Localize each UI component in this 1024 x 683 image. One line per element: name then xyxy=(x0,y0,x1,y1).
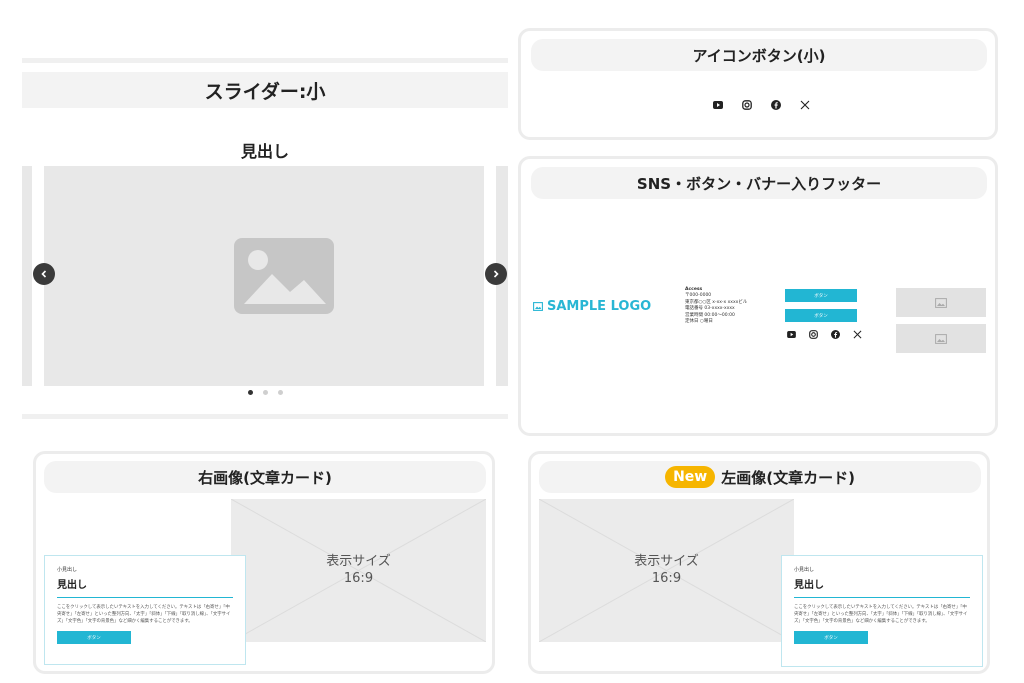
slider-prev-button[interactable] xyxy=(33,263,55,285)
card-button[interactable]: ボタン xyxy=(57,631,131,644)
left-image-card-template[interactable]: New 左画像(文章カード) 表示サイズ 16:9 小見出し 見出し ここをクリ… xyxy=(528,451,990,674)
slider-dot[interactable] xyxy=(277,390,283,395)
footer-social-icons xyxy=(786,329,863,340)
slider-next-button[interactable] xyxy=(485,263,507,285)
slide-prev-peek xyxy=(22,166,32,386)
image-ratio-label: 16:9 xyxy=(343,571,374,586)
card-left-title: 左画像(文章カード) xyxy=(721,468,855,487)
footer-banner-1[interactable] xyxy=(896,288,986,317)
slider-pagination xyxy=(22,390,508,395)
chevron-right-icon xyxy=(493,270,499,278)
image-icon xyxy=(935,297,947,308)
image-placeholder[interactable]: 表示サイズ 16:9 xyxy=(539,499,794,642)
image-placeholder-icon xyxy=(234,238,334,314)
slider-dot[interactable] xyxy=(262,390,268,395)
facebook-icon[interactable] xyxy=(770,99,781,110)
image-ratio-label: 16:9 xyxy=(651,571,682,586)
divider xyxy=(22,58,508,63)
social-icons xyxy=(712,99,810,110)
card-button[interactable]: ボタン xyxy=(794,631,868,644)
image-icon xyxy=(935,333,947,344)
sample-logo[interactable]: SAMPLE LOGO xyxy=(533,299,651,314)
slider-heading: 見出し xyxy=(240,142,289,161)
card-subheading: 小見出し xyxy=(57,567,78,573)
x-icon[interactable] xyxy=(799,99,810,110)
access-line: 定休日 ○曜日 xyxy=(685,319,713,325)
slider-small-template[interactable]: スライダー:小 見出し xyxy=(22,58,508,423)
divider xyxy=(57,597,233,598)
text-card[interactable]: 小見出し 見出し ここをクリックして表示したいテキストを入力してください。テキス… xyxy=(44,555,246,665)
card-heading: 見出し xyxy=(57,580,87,591)
card-body-text: ここをクリックして表示したいテキストを入力してください。テキストは「右寄せ」「中… xyxy=(57,605,231,624)
slider-title: スライダー:小 xyxy=(22,72,508,108)
youtube-icon[interactable] xyxy=(786,329,797,340)
youtube-icon[interactable] xyxy=(712,99,723,110)
slider-dot[interactable] xyxy=(247,390,253,395)
footer-title: SNS・ボタン・バナー入りフッター xyxy=(531,167,987,199)
footer-banner-2[interactable] xyxy=(896,324,986,353)
icon-buttons-template[interactable]: アイコンボタン(小) xyxy=(518,28,998,140)
footer-button-2[interactable]: ボタン xyxy=(785,309,857,322)
logo-text: SAMPLE LOGO xyxy=(547,299,652,314)
new-badge: New xyxy=(665,466,716,488)
image-icon xyxy=(533,302,543,311)
chevron-left-icon xyxy=(41,270,47,278)
card-left-title-bar: New 左画像(文章カード) xyxy=(539,461,981,493)
sns-footer-template[interactable]: SNS・ボタン・バナー入りフッター SAMPLE LOGO Access 〒00… xyxy=(518,156,998,436)
slide-current xyxy=(44,166,484,386)
divider xyxy=(22,414,508,419)
card-right-title: 右画像(文章カード) xyxy=(44,461,486,493)
access-info: Access 〒000-0000 東京都○○区 x-xx-x xxxxビル 電話… xyxy=(685,287,785,325)
right-image-card-template[interactable]: 右画像(文章カード) 表示サイズ 16:9 小見出し 見出し ここをクリックして… xyxy=(33,451,495,674)
text-card[interactable]: 小見出し 見出し ここをクリックして表示したいテキストを入力してください。テキス… xyxy=(781,555,983,667)
image-placeholder[interactable]: 表示サイズ 16:9 xyxy=(231,499,486,642)
image-size-label: 表示サイズ xyxy=(634,554,699,569)
card-body-text: ここをクリックして表示したいテキストを入力してください。テキストは「右寄せ」「中… xyxy=(794,605,968,624)
image-size-label: 表示サイズ xyxy=(326,554,391,569)
card-subheading: 小見出し xyxy=(794,567,815,573)
instagram-icon[interactable] xyxy=(808,329,819,340)
footer-button-1[interactable]: ボタン xyxy=(785,289,857,302)
card-heading: 見出し xyxy=(794,580,824,591)
divider xyxy=(794,597,970,598)
x-icon[interactable] xyxy=(852,329,863,340)
facebook-icon[interactable] xyxy=(830,329,841,340)
icon-buttons-title: アイコンボタン(小) xyxy=(531,39,987,71)
instagram-icon[interactable] xyxy=(741,99,752,110)
